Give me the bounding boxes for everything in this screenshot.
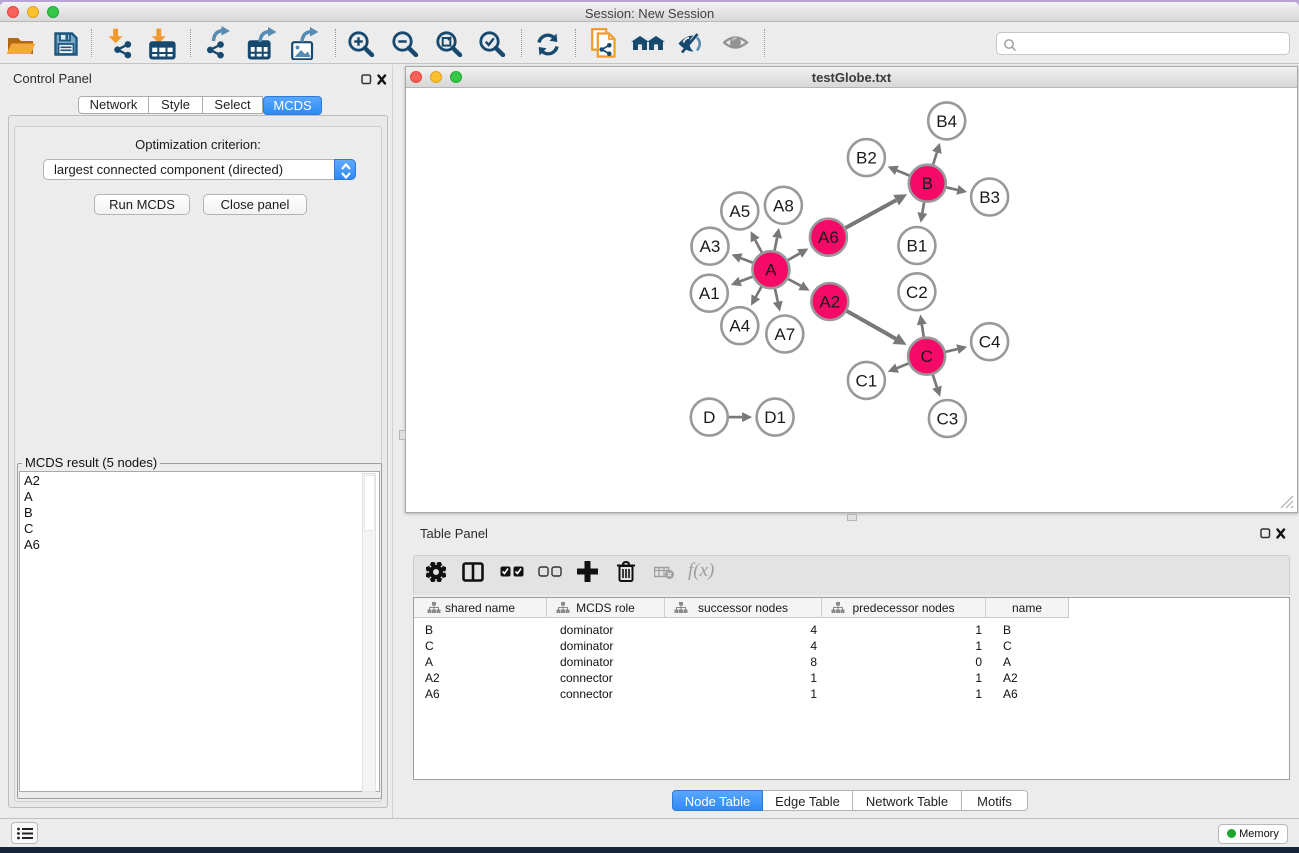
svg-text:C2: C2 [906, 283, 928, 302]
svg-text:A: A [765, 261, 777, 280]
svg-text:D: D [703, 408, 715, 427]
svg-text:B1: B1 [907, 237, 928, 256]
svg-text:A8: A8 [773, 196, 794, 215]
svg-text:B2: B2 [856, 149, 877, 168]
svg-text:B3: B3 [979, 188, 1000, 207]
svg-text:C3: C3 [937, 410, 959, 429]
svg-text:A7: A7 [774, 325, 795, 344]
svg-text:A4: A4 [729, 317, 750, 336]
svg-text:A3: A3 [700, 237, 721, 256]
svg-text:C: C [920, 347, 932, 366]
svg-text:C1: C1 [856, 371, 878, 390]
svg-text:D1: D1 [764, 408, 786, 427]
svg-text:A6: A6 [818, 228, 839, 247]
svg-text:B: B [922, 174, 933, 193]
svg-text:A5: A5 [729, 202, 750, 221]
svg-text:A2: A2 [819, 293, 840, 312]
svg-text:C4: C4 [979, 333, 1001, 352]
svg-text:B4: B4 [936, 112, 957, 131]
svg-text:A1: A1 [699, 284, 720, 303]
